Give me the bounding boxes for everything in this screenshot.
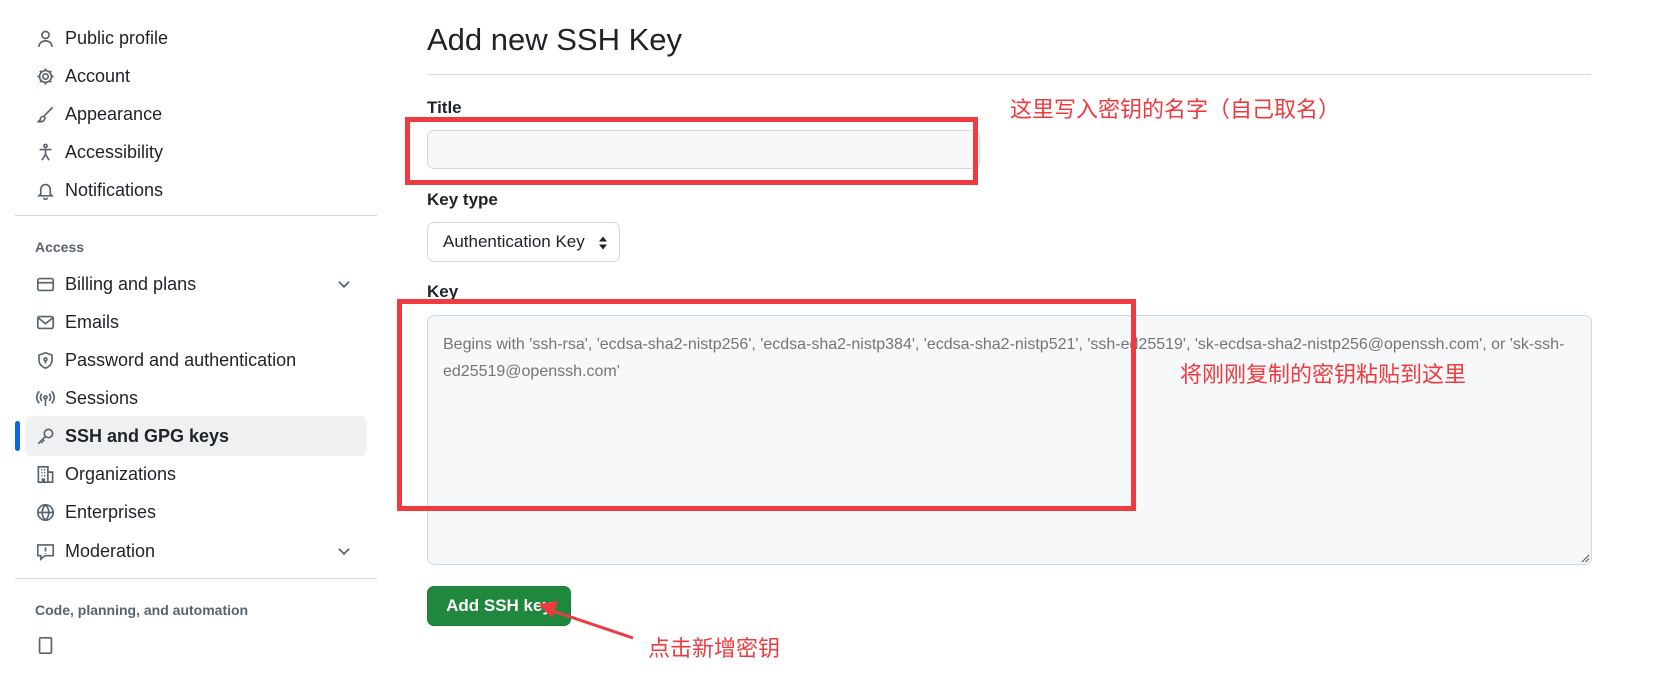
sidebar-item-sessions[interactable]: Sessions <box>25 378 367 418</box>
gear-icon <box>35 66 55 86</box>
settings-sidebar: Public profile Account Appearance Access… <box>15 20 377 677</box>
sidebar-item-label: Moderation <box>65 540 156 561</box>
sidebar-item-appearance[interactable]: Appearance <box>25 94 367 134</box>
resize-grip-icon[interactable] <box>1580 553 1590 563</box>
add-ssh-key-button[interactable]: Add SSH key <box>427 586 571 626</box>
sidebar-item-partial[interactable] <box>25 630 367 660</box>
sidebar-item-label: Enterprises <box>65 501 157 522</box>
person-icon <box>35 28 55 48</box>
annotation-box-title <box>405 117 978 185</box>
sidebar-item-label: Account <box>65 65 131 86</box>
sidebar-section-access: Access <box>35 239 85 255</box>
sidebar-divider <box>15 215 377 216</box>
select-arrows-icon <box>599 236 607 250</box>
title-label: Title <box>427 98 462 117</box>
sidebar-item-label: Public profile <box>65 27 169 48</box>
sidebar-divider <box>15 578 377 579</box>
key-type-select[interactable]: Authentication Key <box>427 222 620 262</box>
key-icon <box>35 426 55 446</box>
shield-lock-icon <box>35 350 55 370</box>
sidebar-item-emails[interactable]: Emails <box>25 302 367 342</box>
sidebar-section-code-planning: Code, planning, and automation <box>35 602 249 618</box>
report-icon <box>35 541 55 561</box>
sidebar-item-label: Organizations <box>65 463 177 484</box>
sidebar-item-organizations[interactable]: Organizations <box>25 454 367 494</box>
annotation-key-note: 将刚刚复制的密钥粘贴到这里 <box>1180 363 1467 388</box>
sidebar-item-ssh-gpg-keys[interactable]: SSH and GPG keys <box>25 416 367 456</box>
sidebar-item-account[interactable]: Account <box>25 56 367 96</box>
annotation-title-note: 这里写入密钥的名字（自己取名） <box>1010 98 1341 123</box>
sidebar-item-billing[interactable]: Billing and plans <box>25 264 367 304</box>
organization-icon <box>35 464 55 484</box>
sidebar-item-password-auth[interactable]: Password and authentication <box>25 340 367 380</box>
title-divider <box>427 74 1591 75</box>
broadcast-icon <box>35 388 55 408</box>
annotation-button-note: 点击新增密钥 <box>648 637 781 662</box>
bell-icon <box>35 180 55 200</box>
page-title: Add new SSH Key <box>427 22 683 57</box>
sidebar-item-label: Billing and plans <box>65 273 197 294</box>
accessibility-icon <box>35 142 55 162</box>
key-type-selected: Authentication Key <box>443 232 585 251</box>
sidebar-item-moderation[interactable]: Moderation <box>25 531 367 571</box>
sidebar-item-label: Notifications <box>65 179 164 200</box>
sidebar-item-enterprises[interactable]: Enterprises <box>25 492 367 532</box>
sidebar-item-notifications[interactable]: Notifications <box>25 170 367 210</box>
chevron-down-icon[interactable] <box>335 275 353 293</box>
sidebar-item-public-profile[interactable]: Public profile <box>25 18 367 58</box>
paintbrush-icon <box>35 104 55 124</box>
sidebar-item-label: Emails <box>65 311 120 332</box>
chevron-down-icon[interactable] <box>335 542 353 560</box>
globe-icon <box>35 502 55 522</box>
sidebar-item-label: Sessions <box>65 387 139 408</box>
sidebar-item-label: SSH and GPG keys <box>65 425 230 446</box>
sidebar-item-label: Accessibility <box>65 141 164 162</box>
sidebar-item-label: Appearance <box>65 103 163 124</box>
sidebar-item-accessibility[interactable]: Accessibility <box>25 132 367 172</box>
mail-icon <box>35 312 55 332</box>
active-indicator <box>15 421 20 451</box>
repo-icon <box>35 635 55 655</box>
key-type-label: Key type <box>427 190 498 209</box>
annotation-box-key <box>397 299 1136 511</box>
credit-card-icon <box>35 274 55 294</box>
sidebar-item-label: Password and authentication <box>65 349 297 370</box>
